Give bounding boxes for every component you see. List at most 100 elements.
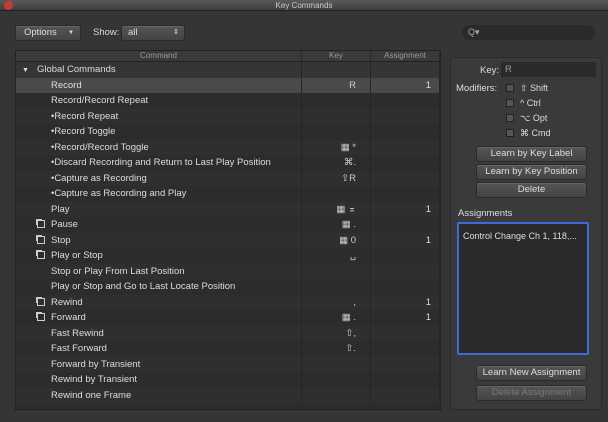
assignment-cell [371,186,440,202]
command-name: •Record/Record Toggle [51,141,149,153]
command-name: Stop [51,234,71,246]
header-assignment[interactable]: Assignment [371,51,440,61]
table-row[interactable]: Pause ▦ . [16,217,440,233]
assignment-item[interactable]: Control Change Ch 1, 118,... [463,231,583,241]
key-cell: ⌘. [302,155,371,171]
table-row[interactable]: •Record Repeat [16,108,440,124]
search-input[interactable]: Q▾ [462,25,595,40]
group-row[interactable]: ▼ Global Commands [16,62,440,78]
assignment-cell [371,279,440,295]
key-cell [302,93,371,109]
command-name: •Record Repeat [51,110,119,122]
group-label: Global Commands [36,64,116,75]
assignments-label: Assignments [458,208,513,219]
delete-assignment-button[interactable]: Delete Assignment [476,385,587,401]
modifier-label: ⌘ Cmd [520,128,551,138]
table-row[interactable]: Stop ▦ 01 [16,232,440,248]
learn-by-key-position-button[interactable]: Learn by Key Position [476,164,587,180]
command-name: Stop or Play From Last Position [51,265,185,277]
delete-button[interactable]: Delete [476,182,587,198]
modifier-label: ⌥ Opt [520,113,548,123]
assignment-cell [371,341,440,357]
command-name: Forward [51,312,86,323]
command-icon [37,235,45,244]
assignment-cell [371,155,440,171]
table-row[interactable]: Forward ▦ .1 [16,310,440,326]
modifier-checkbox[interactable]: ⇧ Shift [506,83,548,94]
key-cell [302,263,371,279]
checkbox[interactable] [506,99,514,107]
assignment-cell [371,263,440,279]
table-row[interactable]: Stop or Play From Last Position [16,263,440,279]
assignment-cell [371,93,440,109]
table-row[interactable]: •Record Toggle [16,124,440,140]
key-cell: ⇧, [302,325,371,341]
key-cell: ▦ . [302,310,371,326]
show-select[interactable]: all ⇕ [121,25,185,41]
key-cell [302,372,371,388]
table-row[interactable]: •Capture as Recording and Play [16,186,440,202]
table-row[interactable]: Rewind by Transient [16,372,440,388]
key-cell: ⇧. [302,341,371,357]
checkbox[interactable] [506,114,514,122]
table-row[interactable]: Play or Stop ␣ [16,248,440,264]
learn-by-key-label-button[interactable]: Learn by Key Label [476,146,587,162]
modifier-checkbox[interactable]: ^ Ctrl [506,98,541,108]
table-row[interactable]: Rewind one Frame [16,387,440,403]
title-bar: Key Commands [0,0,608,11]
table-header: Command Key Assignment [16,51,440,62]
search-icon: Q▾ [468,27,480,37]
learn-new-assignment-button[interactable]: Learn New Assignment [476,365,587,381]
header-key[interactable]: Key [302,51,371,61]
key-cell: ⇧R [302,170,371,186]
assignment-cell [371,248,440,264]
command-icon [37,297,45,306]
assignments-list[interactable]: Control Change Ch 1, 118,... [457,222,589,355]
command-name: Rewind one Frame [51,389,132,401]
modifier-checkbox[interactable]: ⌘ Cmd [506,128,551,139]
assignment-cell [371,170,440,186]
assignment-cell: 1 [371,294,440,310]
command-icon [37,313,45,321]
table-row[interactable]: •Record/Record Toggle ▦ * [16,139,440,155]
assignment-cell: 1 [371,232,440,248]
modifier-checkbox[interactable]: ⌥ Opt [506,113,547,124]
table-row[interactable]: •Discard Recording and Return to Last Pl… [16,155,440,171]
assignment-cell [371,108,440,124]
table-row[interactable]: •Capture as Recording ⇧R [16,170,440,186]
table-row[interactable]: Forward by Transient [16,356,440,372]
command-name: Rewind by Transient [51,374,138,385]
command-name: Record/Record Repeat [51,95,149,106]
assignment-cell [371,217,440,233]
table-row[interactable]: Record R 1 [16,77,440,93]
modifiers-label: Modifiers: [456,83,498,94]
disclosure-triangle-icon[interactable]: ▼ [22,67,29,74]
command-name: Play [51,203,70,215]
checkbox[interactable] [506,129,514,137]
header-command[interactable]: Command [16,51,302,61]
table-row[interactable]: Fast Forward ⇧. [16,341,440,357]
table-row[interactable]: Play or Stop and Go to Last Locate Posit… [16,279,440,295]
key-cell [302,279,371,295]
command-name: •Discard Recording and Return to Last Pl… [51,157,271,168]
key-cell: R [302,77,371,93]
table-row[interactable]: Fast Rewind ⇧, [16,325,440,341]
key-cell: ▦ . [302,217,371,233]
updown-icon: ⇕ [173,29,179,36]
assignment-cell [371,387,440,403]
key-field[interactable]: R [501,62,596,77]
table-row[interactable]: Rewind, 1 [16,294,440,310]
assignment-cell [371,356,440,372]
command-name: Forward by Transient [51,358,141,370]
key-cell [302,108,371,124]
table-row[interactable]: Record/Record Repeat [16,93,440,109]
assignment-cell [371,325,440,341]
modifier-label: ^ Ctrl [520,98,541,108]
table-row[interactable]: Play ▦ ⌅ 1 [16,201,440,217]
close-button[interactable] [4,1,13,10]
window-title: Key Commands [275,1,333,10]
options-button[interactable]: Options ▼ [15,25,81,41]
checkbox[interactable] [506,84,514,92]
chevron-down-icon: ▼ [68,30,74,36]
show-value: all [128,27,138,38]
